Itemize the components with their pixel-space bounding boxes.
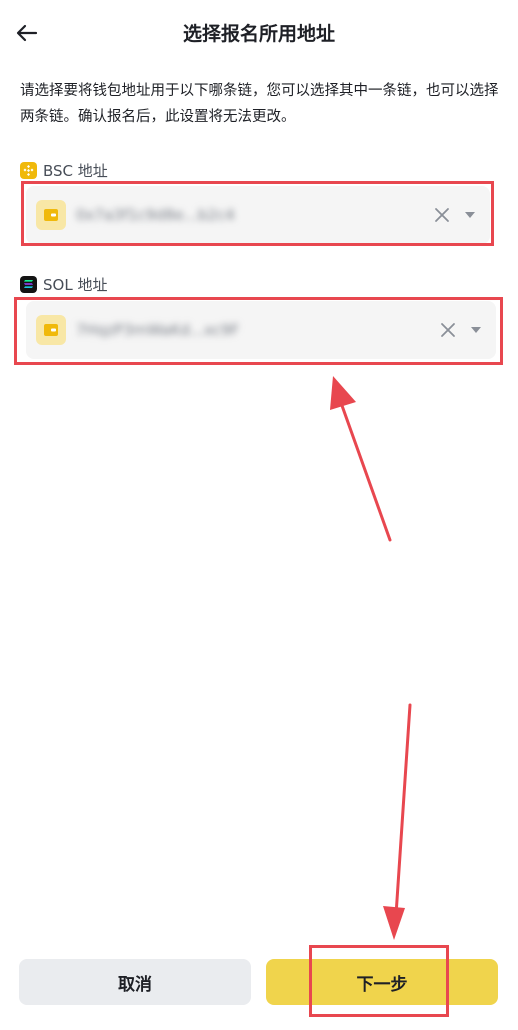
sol-address-value: 7HqzP3mWaKd...xc9F — [76, 321, 240, 339]
arrow-to-next-button — [383, 703, 412, 940]
sol-chain-icon — [20, 275, 37, 293]
wallet-icon — [36, 315, 66, 345]
dropdown-caret-icon[interactable] — [464, 210, 476, 220]
cancel-button[interactable]: 取消 — [19, 959, 251, 1005]
sol-address-select[interactable]: 7HqzP3mWaKd...xc9F — [26, 301, 496, 359]
page-title: 选择报名所用地址 — [182, 23, 335, 45]
wallet-icon — [36, 200, 66, 230]
instruction-text: 请选择要将钱包地址用于以下哪条链，您可以选择其中一条链，也可以选择两条链。确认报… — [20, 83, 499, 125]
arrow-to-sol-field — [330, 376, 392, 542]
bsc-label-text: BSC 地址 — [43, 161, 108, 180]
bsc-address-value: 0x7a3f1c9d8e...b2c4 — [76, 206, 235, 224]
bsc-address-select[interactable]: 0x7a3f1c9d8e...b2c4 — [26, 186, 490, 244]
next-step-button[interactable]: 下一步 — [266, 959, 498, 1005]
clear-icon[interactable] — [432, 205, 452, 225]
address-selection-page: 选择报名所用地址 请选择要将钱包地址用于以下哪条链，您可以选择其中一条链，也可以… — [0, 0, 518, 1030]
clear-icon[interactable] — [438, 320, 458, 340]
bsc-section-label: BSC 地址 — [20, 159, 108, 181]
sol-section-label: SOL 地址 — [20, 273, 107, 295]
annotation-arrows — [330, 376, 412, 940]
header: 选择报名所用地址 — [0, 0, 518, 66]
dropdown-caret-icon[interactable] — [470, 325, 482, 335]
bsc-chain-icon — [20, 161, 37, 179]
sol-label-text: SOL 地址 — [43, 275, 108, 294]
bottom-action-bar: 取消 下一步 — [0, 950, 518, 1020]
